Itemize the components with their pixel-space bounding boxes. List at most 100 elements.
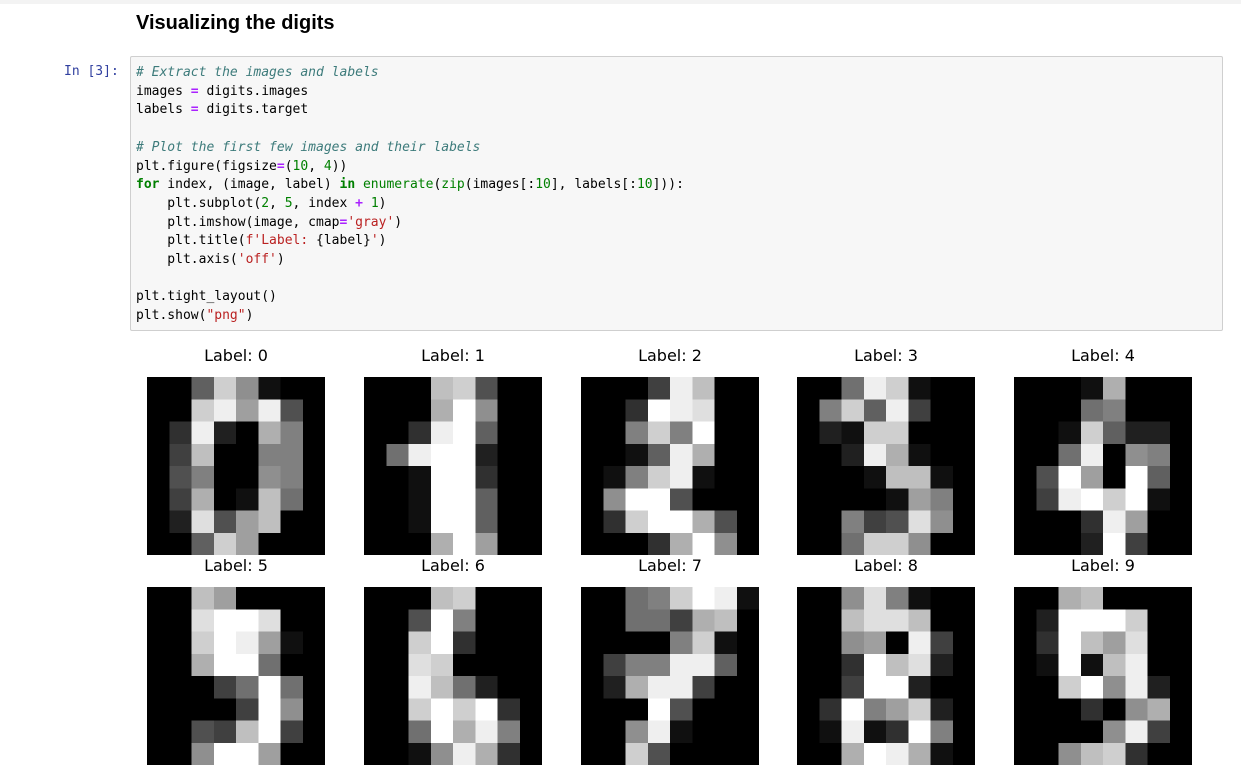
pixel	[280, 510, 304, 534]
pixel	[147, 443, 170, 467]
pixel	[475, 510, 498, 534]
pixel	[908, 698, 931, 721]
pixel	[386, 653, 409, 677]
pixel	[797, 443, 820, 467]
pixel	[1169, 720, 1192, 744]
pixel	[908, 510, 931, 534]
pixel	[886, 510, 909, 534]
pixel	[1169, 676, 1192, 699]
pixel	[430, 742, 454, 765]
pixel	[386, 720, 409, 744]
digit-label: Label: 2	[638, 346, 702, 365]
pixel	[1147, 399, 1171, 422]
pixel	[280, 587, 304, 610]
code-token: (	[284, 158, 293, 174]
pixel	[952, 720, 975, 744]
pixel	[364, 720, 387, 744]
code-line: plt.title(f'Label: {label}')	[136, 232, 684, 251]
pixel	[258, 676, 281, 699]
pixel	[1147, 421, 1171, 445]
pixel	[625, 377, 649, 400]
pixel	[736, 720, 759, 744]
pixel	[797, 399, 820, 422]
pixel	[714, 587, 738, 610]
pixel	[930, 421, 954, 445]
pixel	[280, 421, 304, 445]
pixel	[453, 510, 476, 534]
pixel	[191, 587, 215, 610]
pixel	[736, 466, 759, 489]
pixel	[1036, 742, 1059, 765]
pixel	[714, 421, 738, 445]
pixel	[147, 488, 170, 511]
pixel	[1125, 443, 1148, 467]
code-token: 'off'	[237, 252, 277, 268]
code-token: 'gray'	[347, 214, 395, 230]
pixel	[581, 720, 604, 744]
pixel	[430, 609, 454, 632]
pixel	[647, 742, 671, 765]
pixel	[213, 631, 237, 655]
code-line: plt.tight_layout()	[136, 288, 684, 307]
pixel	[670, 421, 693, 445]
pixel	[692, 698, 715, 721]
pixel	[1036, 720, 1059, 744]
code-cell[interactable]: # Extract the images and labels images = …	[130, 56, 1223, 331]
pixel	[236, 421, 259, 445]
code-editor[interactable]: # Extract the images and labels images = …	[136, 64, 684, 326]
pixel	[519, 532, 542, 555]
pixel	[364, 377, 387, 400]
pixel	[952, 421, 975, 445]
pixel	[213, 443, 237, 467]
code-token: +	[355, 195, 363, 211]
pixel	[191, 609, 215, 632]
pixel	[453, 399, 476, 422]
pixel	[453, 720, 476, 744]
pixel	[692, 720, 715, 744]
pixel	[1147, 698, 1171, 721]
pixel	[1169, 399, 1192, 422]
pixel	[670, 587, 693, 610]
code-token: )	[378, 233, 387, 249]
pixel	[236, 377, 259, 400]
pixel	[258, 488, 281, 511]
pixel	[863, 399, 887, 422]
pixel	[1147, 532, 1171, 555]
code-token: )	[378, 195, 387, 211]
pixel	[1125, 609, 1148, 632]
pixel	[1014, 720, 1037, 744]
pixel	[258, 609, 281, 632]
pixel	[692, 532, 715, 555]
pixel	[1080, 720, 1104, 744]
pixel	[819, 421, 842, 445]
pixel	[258, 377, 281, 400]
pixel	[258, 532, 281, 555]
pixel	[497, 653, 521, 677]
pixel	[647, 466, 671, 489]
pixel	[497, 720, 521, 744]
pixel	[952, 466, 975, 489]
pixel	[1103, 653, 1126, 677]
pixel	[475, 488, 498, 511]
pixel	[863, 653, 887, 677]
pixel	[736, 742, 759, 765]
pixel	[430, 720, 454, 744]
pixel	[364, 488, 387, 511]
pixel	[1014, 676, 1037, 699]
pixel	[670, 742, 693, 765]
pixel	[908, 421, 931, 445]
pixel	[952, 742, 975, 765]
code-token: plt.subplot(	[136, 195, 262, 211]
pixel	[1103, 698, 1126, 721]
pixel	[364, 653, 387, 677]
pixel	[213, 510, 237, 534]
pixel	[475, 466, 498, 489]
code-token: =	[190, 83, 199, 99]
pixel	[581, 510, 604, 534]
pixel	[797, 488, 820, 511]
digit-label: Label: 1	[421, 346, 485, 365]
pixel	[408, 653, 432, 677]
pixel	[453, 532, 476, 555]
pixel	[302, 698, 325, 721]
pixel	[475, 653, 498, 677]
